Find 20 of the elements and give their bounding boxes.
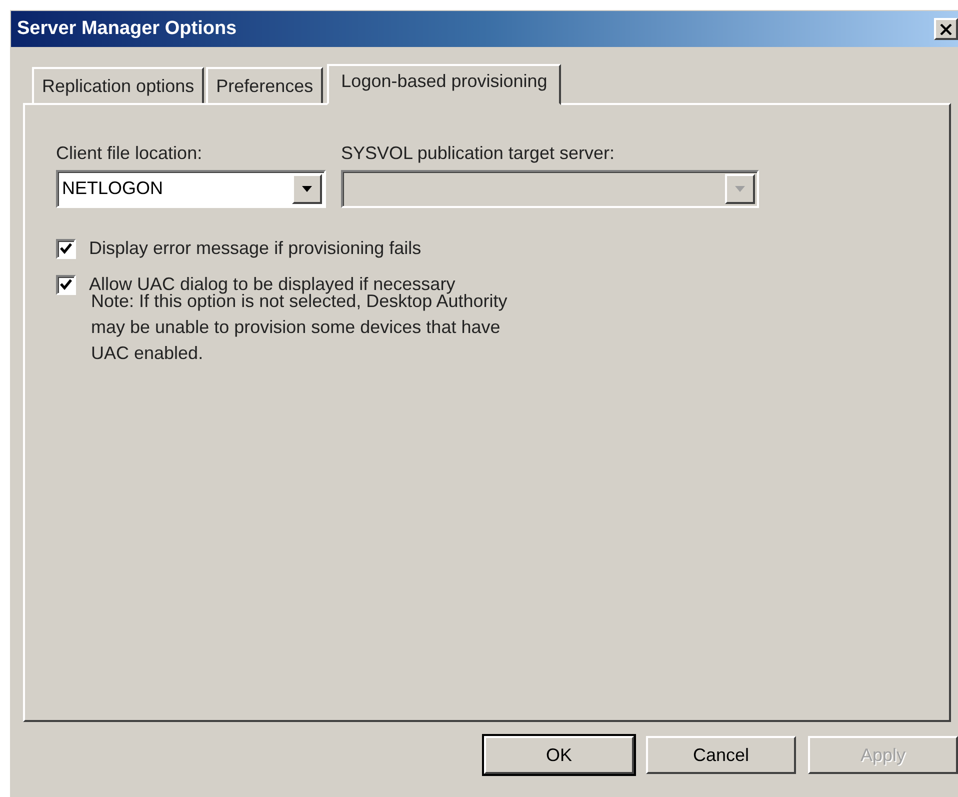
dropdown-button[interactable] — [292, 174, 322, 204]
tab[interactable]: Logon-based provisioning — [327, 64, 562, 105]
checkbox[interactable] — [56, 238, 76, 258]
checkmark-icon — [60, 243, 72, 254]
checkmark-icon — [60, 279, 72, 290]
tab[interactable]: Preferences — [206, 67, 324, 103]
dialog-button[interactable]: OK — [484, 736, 634, 774]
dropdown-arrow-icon — [302, 186, 312, 192]
checkbox[interactable] — [56, 274, 76, 294]
window-title: Server Manager Options — [17, 18, 237, 40]
checkbox-label: Display error message if provisioning fails — [89, 238, 422, 259]
field-label: SYSVOL publication target server: — [341, 143, 616, 164]
dropdown-arrow-icon — [735, 186, 745, 192]
close-icon — [940, 24, 952, 34]
tab[interactable]: Replication options — [32, 67, 204, 103]
dropdown-field[interactable]: NETLOGON — [56, 170, 326, 208]
checkbox-label: Allow UAC dialog to be displayed if necessary — [89, 274, 456, 294]
close-button[interactable] — [934, 18, 958, 40]
field-label: Client file location: — [56, 143, 204, 164]
dialog-button[interactable]: Cancel — [646, 736, 796, 774]
